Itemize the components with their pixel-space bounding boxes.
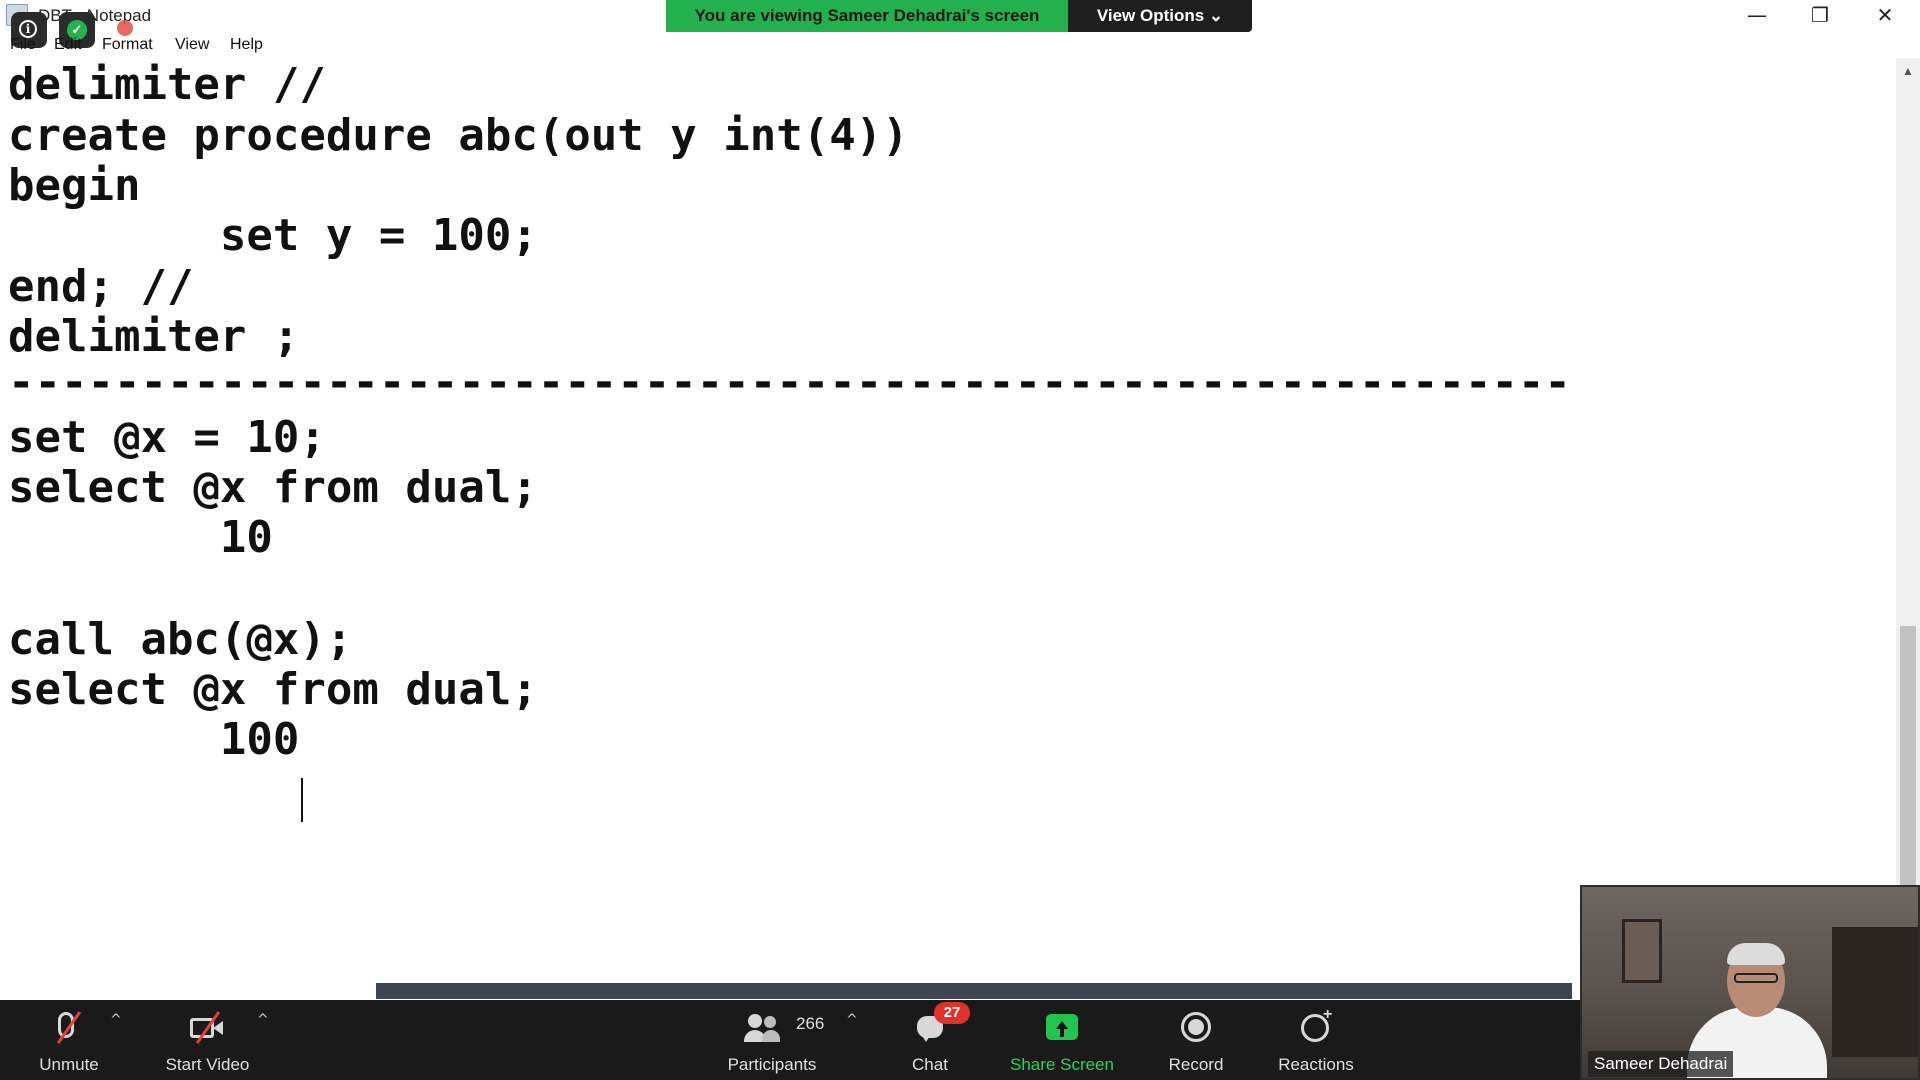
text-caret xyxy=(301,778,303,822)
audio-options-caret-icon[interactable]: ^ xyxy=(110,1012,122,1028)
menu-view[interactable]: View xyxy=(175,36,209,54)
shelf xyxy=(1832,927,1918,1057)
scroll-up-arrow-icon[interactable]: ▲ xyxy=(1902,64,1914,78)
chat-label: Chat xyxy=(912,1055,948,1074)
text-editor[interactable]: delimiter // create procedure abc(out y … xyxy=(0,58,1900,983)
reactions-label: Reactions xyxy=(1278,1055,1354,1074)
participants-label: Participants xyxy=(727,1055,817,1074)
separator-line: ----------------------------------------… xyxy=(8,357,1571,408)
unmute-button[interactable]: Unmute xyxy=(24,1000,114,1080)
record-icon xyxy=(1179,1010,1213,1046)
person-hair xyxy=(1727,943,1785,965)
close-button[interactable]: ✕ xyxy=(1862,0,1908,30)
menu-help[interactable]: Help xyxy=(230,36,263,54)
record-label: Record xyxy=(1168,1055,1224,1074)
code-line: select @x from dual; xyxy=(8,462,538,513)
code-line: delimiter // xyxy=(8,59,326,110)
glasses-icon xyxy=(1734,973,1778,983)
share-screen-label: Share Screen xyxy=(1010,1055,1114,1074)
start-video-label: Start Video xyxy=(165,1055,250,1074)
menu-bar: File Edit Format View Help xyxy=(0,34,1900,58)
maximize-button[interactable]: ❐ xyxy=(1797,0,1843,30)
record-button[interactable]: Record xyxy=(1152,1000,1240,1080)
code-line: begin xyxy=(8,160,141,211)
code-line: set y = 100; xyxy=(8,210,538,261)
viewing-screen-banner: You are viewing Sameer Dehadrai's screen xyxy=(666,0,1068,32)
chat-unread-badge: 27 xyxy=(934,1002,970,1024)
code-line: create procedure abc(out y int(4)) xyxy=(8,110,909,161)
share-screen-icon xyxy=(1044,1010,1080,1046)
vertical-scrollbar[interactable]: ▲ xyxy=(1896,58,1920,983)
participants-button[interactable]: 266 Participants xyxy=(712,1000,832,1080)
participants-count: 266 xyxy=(796,1014,825,1033)
participants-options-caret-icon[interactable]: ^ xyxy=(846,1012,858,1028)
video-off-icon xyxy=(188,1010,228,1046)
menu-format[interactable]: Format xyxy=(102,36,153,54)
code-line: select @x from dual; xyxy=(8,664,538,715)
code-line: delimiter ; xyxy=(8,311,300,362)
unmute-label: Unmute xyxy=(39,1055,99,1074)
minimize-button[interactable]: — xyxy=(1734,0,1780,30)
horizontal-scrollbar[interactable] xyxy=(376,983,1572,999)
code-line: 100 xyxy=(8,714,300,765)
view-options-button[interactable]: View Options ⌄ xyxy=(1068,0,1252,32)
participant-name-label: Sameer Dehadrai xyxy=(1588,1051,1734,1077)
code-line: 10 xyxy=(8,512,273,563)
code-line: call abc(@x); xyxy=(8,614,353,665)
menu-file[interactable]: File xyxy=(10,36,36,54)
participants-icon xyxy=(744,1010,784,1046)
reactions-button[interactable]: + Reactions xyxy=(1266,1000,1366,1080)
wall-picture-frame xyxy=(1622,919,1662,983)
share-screen-button[interactable]: Share Screen xyxy=(1002,1000,1122,1080)
microphone-muted-icon xyxy=(49,1010,89,1046)
code-line: set @x = 10; xyxy=(8,412,326,463)
start-video-button[interactable]: Start Video xyxy=(150,1000,265,1080)
video-options-caret-icon[interactable]: ^ xyxy=(257,1012,269,1028)
menu-edit[interactable]: Edit xyxy=(54,36,82,54)
code-line: end; // xyxy=(8,261,194,312)
reactions-smiley-icon: + xyxy=(1299,1006,1333,1046)
video-tile[interactable]: Sameer Dehadrai xyxy=(1580,885,1920,1080)
